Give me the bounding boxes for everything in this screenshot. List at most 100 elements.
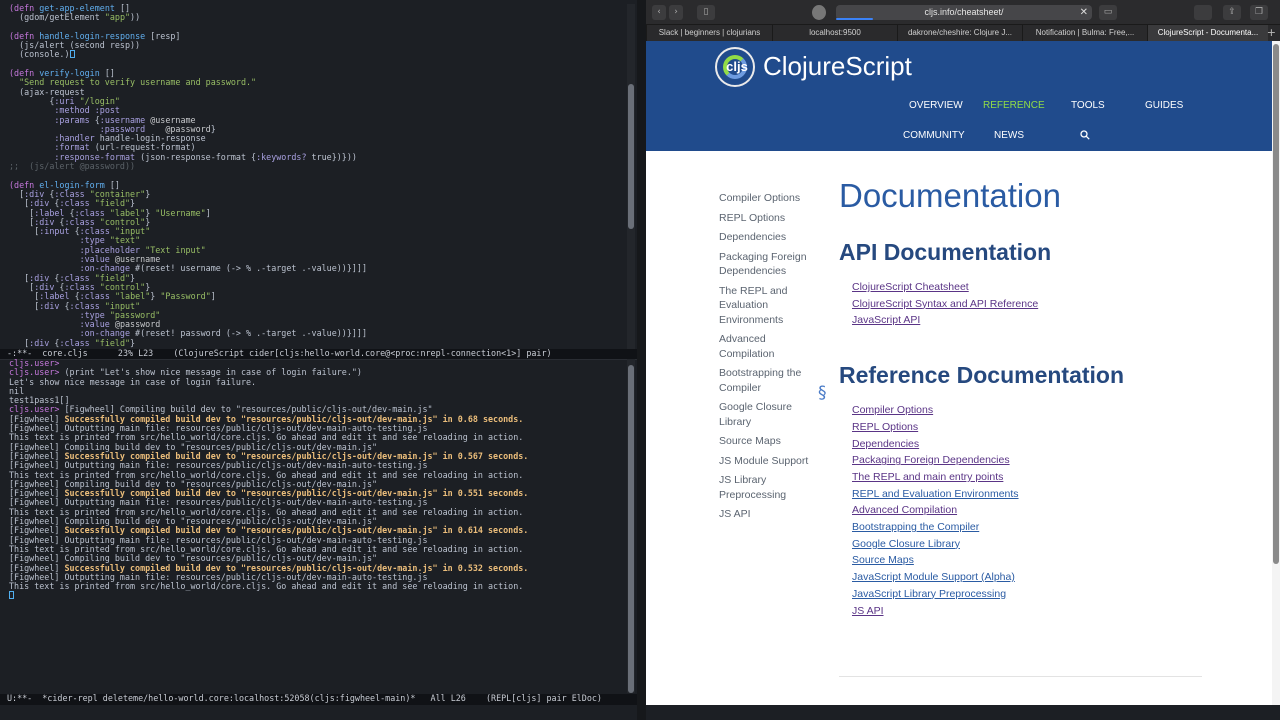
sidebar-link[interactable]: REPL Options [719,211,815,226]
doc-link[interactable]: The REPL and main entry points [852,469,1219,486]
reference-links: Compiler Options REPL Options Dependencies… [839,402,1219,619]
repl-line: Let's show nice message in case of login… [9,376,257,387]
api-section-title: API Documentation [839,239,1052,265]
cljs-logo[interactable]: cljs [715,47,755,87]
doc-link[interactable]: ClojureScript Syntax and API Reference [852,296,1219,313]
docs-sidebar: Compiler Options REPL Options Dependencies… [719,191,815,527]
repl-scrollbar-thumb[interactable] [628,365,634,693]
nav-news[interactable]: NEWS [994,130,1024,141]
sidebar-link[interactable]: Packaging Foreign Dependencies [719,250,815,279]
search-icon[interactable] [1080,130,1090,140]
tab-3[interactable]: Notification | Bulma: Free,... [1022,25,1147,41]
code-scrollbar-thumb[interactable] [628,84,634,229]
repl-cursor [9,591,14,600]
divider [839,676,1202,677]
share-icon: ⇪ [1228,7,1236,17]
tab-4[interactable]: ClojureScript - Documenta... [1147,25,1268,41]
page-title: Documentation [839,177,1061,214]
code-line: (js/alert (second resp)) [9,40,141,51]
nav-guides[interactable]: GUIDES [1145,100,1183,111]
tab-strip: Slack | beginners | clojurians localhost… [646,25,1280,41]
code-editor[interactable]: (defn get-app-element [] (gdom/getElemen… [0,4,626,349]
extension-button[interactable] [812,5,826,20]
chevron-right-icon: › [674,7,678,17]
doc-link[interactable]: JS API [852,603,1219,620]
code-line: [:div {:class "field"} [9,337,136,348]
doc-link[interactable]: REPL and Evaluation Environments [852,486,1219,503]
tab-1[interactable]: localhost:9500 [772,25,897,41]
screen-bottom-strip [646,705,1280,720]
doc-link[interactable]: REPL Options [852,419,1219,436]
code-scrollbar[interactable] [627,4,635,349]
minibuffer[interactable] [0,705,646,720]
sidebar-link[interactable]: The REPL and Evaluation Environments [719,284,815,328]
address-bar[interactable]: cljs.info/cheatsheet/ ✕ [836,5,1092,20]
code-line: "Send request to verify username and pas… [19,77,257,88]
back-button[interactable]: ‹ [652,5,666,20]
code-line: (gdom/getElement "app")) [9,12,141,23]
site-name[interactable]: ClojureScript [763,51,912,82]
sidebar-link[interactable]: Advanced Compilation [719,332,815,361]
tab-0[interactable]: Slack | beginners | clojurians [646,25,772,41]
desktop: (defn get-app-element [] (gdom/getElemen… [0,0,1280,720]
doc-link[interactable]: JavaScript Library Preprocessing [852,586,1219,603]
doc-link[interactable]: Dependencies [852,436,1219,453]
new-tab-icon[interactable]: + [1267,25,1276,41]
sidebar-icon: ▯ [703,7,709,17]
doc-link[interactable]: Advanced Compilation [852,502,1219,519]
doc-link[interactable]: Source Maps [852,552,1219,569]
code-line: ;; (js/alert @password)) [9,161,136,172]
sidebar-button[interactable]: ▯ [697,5,715,20]
tabs-overview-button[interactable]: ❐ [1250,5,1268,20]
repl-modeline: U:**- *cider-repl deleteme/hello-world.c… [0,693,646,705]
reference-section-title: Reference Documentation [839,362,1125,389]
chevron-left-icon: ‹ [657,7,661,17]
site-header: cljs ClojureScript OVERVIEW REFERENCE TO… [646,41,1272,151]
tabs-icon: ❐ [1254,7,1264,17]
window-divider [637,0,646,720]
sidebar-link[interactable]: Bootstrapping the Compiler [719,366,815,395]
sidebar-link[interactable]: Google Closure Library [719,400,815,429]
emacs-window: (defn get-app-element [] (gdom/getElemen… [0,0,646,720]
doc-link[interactable]: JavaScript Module Support (Alpha) [852,569,1219,586]
code-line: (console.) [9,50,626,59]
logo-text: cljs [726,59,748,74]
reader-icon: ▭ [1103,7,1113,17]
page-scrollbar[interactable] [1272,41,1280,720]
doc-link[interactable]: Packaging Foreign Dependencies [852,452,1219,469]
sidebar-link[interactable]: Compiler Options [719,191,815,206]
doc-link[interactable]: Compiler Options [852,402,1219,419]
clear-url-icon[interactable]: ✕ [1080,5,1088,20]
sidebar-link[interactable]: JS API [719,507,815,522]
reader-button[interactable]: ▭ [1099,5,1117,20]
doc-link[interactable]: JavaScript API [852,312,1219,329]
docs-main: Documentation API Documentation ClojureS… [839,177,1219,619]
section-anchor[interactable]: § [818,383,827,403]
nav-community[interactable]: COMMUNITY [903,130,965,141]
repl-scrollbar[interactable] [627,359,635,693]
sidebar-link[interactable]: JS Library Preprocessing [719,473,815,502]
doc-link[interactable]: ClojureScript Cheatsheet [852,279,1219,296]
nav-tools[interactable]: TOOLS [1071,100,1105,111]
sidebar-link[interactable]: JS Module Support [719,454,815,469]
tab-2[interactable]: dakrone/cheshire: Clojure J... [897,25,1022,41]
profile-button[interactable] [1194,5,1212,20]
forward-button[interactable]: › [669,5,683,20]
sidebar-link[interactable]: Dependencies [719,230,815,245]
browser-toolbar: ‹ › ▯ cljs.info/cheatsheet/ ✕ ▭ ⇪ ❐ [646,0,1280,25]
cider-repl[interactable]: cljs.user> cljs.user> (print "Let's show … [0,359,626,692]
text-cursor [69,50,75,59]
doc-link[interactable]: Google Closure Library [852,536,1219,553]
docs-page: Compiler Options REPL Options Dependencies… [646,151,1272,720]
repl-line: This text is printed from src/hello_worl… [9,581,524,592]
repl-cursor-line[interactable] [9,591,626,600]
nav-reference[interactable]: REFERENCE [983,100,1045,111]
doc-link[interactable]: Bootstrapping the Compiler [852,519,1219,536]
nav-overview[interactable]: OVERVIEW [909,100,963,111]
sidebar-link[interactable]: Source Maps [719,434,815,449]
share-button[interactable]: ⇪ [1223,5,1241,20]
page-load-progress [836,18,873,20]
browser-window: ‹ › ▯ cljs.info/cheatsheet/ ✕ ▭ ⇪ ❐ Slac… [646,0,1280,720]
url-text: cljs.info/cheatsheet/ [924,7,1004,17]
page-scrollbar-thumb[interactable] [1273,44,1279,564]
